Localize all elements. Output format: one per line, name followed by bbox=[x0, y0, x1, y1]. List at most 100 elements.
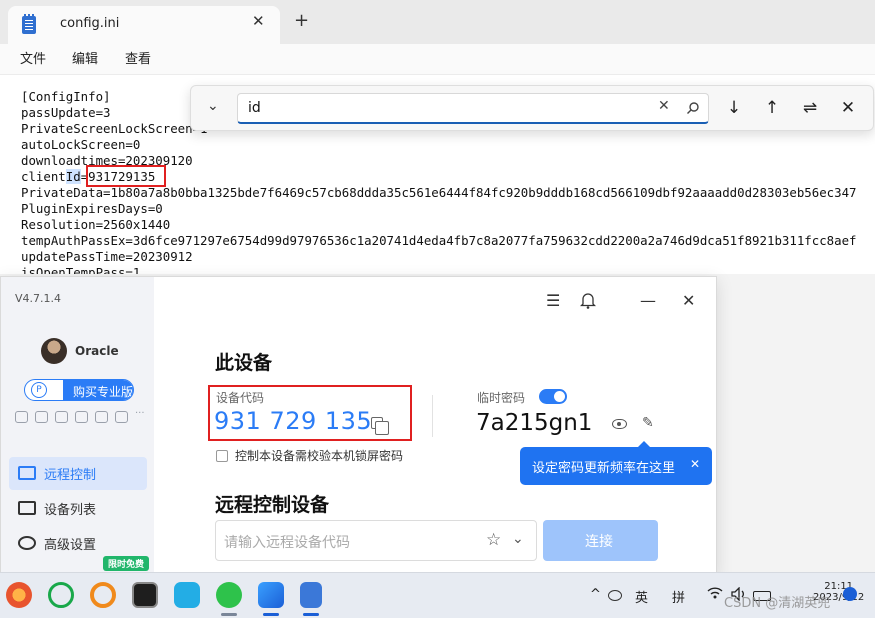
wechat-icon[interactable] bbox=[216, 582, 242, 608]
notepad-icon bbox=[22, 14, 36, 34]
minimize-icon[interactable]: — bbox=[640, 291, 656, 310]
todesk-sidebar: V4.7.1.4 Oracle P 购买专业版 ··· 远程控制 设备列表 高级… bbox=[1, 277, 154, 575]
more-icon[interactable]: ··· bbox=[135, 408, 148, 420]
menu-icon[interactable]: ☰ bbox=[546, 291, 560, 310]
notepad-tabbar: config.ini ✕ + bbox=[0, 0, 875, 44]
close-find-icon[interactable]: ✕ bbox=[835, 95, 861, 121]
window-icon[interactable] bbox=[75, 411, 88, 423]
user-name[interactable]: Oracle bbox=[75, 344, 119, 358]
text-line: autoLockScreen=0 bbox=[21, 137, 141, 152]
find-options-icon[interactable]: ⇌ bbox=[797, 95, 823, 121]
text-line: PrivateData=1b80a7a8b0bba1325bde7f6469c5… bbox=[21, 185, 857, 200]
text-line: PluginExpiresDays=0 bbox=[21, 201, 163, 216]
lock-screen-checkbox[interactable] bbox=[216, 450, 228, 462]
active-indicator bbox=[263, 613, 279, 616]
search-icon[interactable] bbox=[686, 100, 700, 119]
password-frequency-tooltip: 设定密码更新频率在这里 ✕ bbox=[520, 441, 712, 485]
find-bar: ⌄ id ✕ ↓ ↑ ⇌ ✕ bbox=[190, 85, 874, 131]
remote-device-code-input[interactable]: 请输入远程设备代码 ☆ ⌄ bbox=[215, 520, 537, 561]
this-device-title: 此设备 bbox=[215, 352, 273, 374]
star-icon[interactable]: ☆ bbox=[486, 530, 501, 550]
notepad-tab-config[interactable]: config.ini ✕ bbox=[8, 6, 280, 44]
find-input[interactable]: id ✕ bbox=[237, 93, 709, 124]
monitor-icon[interactable] bbox=[35, 411, 48, 423]
image-icon[interactable] bbox=[55, 411, 68, 423]
desktop: config.ini ✕ + 文件 编辑 查看 [ConfigInfo] pas… bbox=[0, 0, 875, 618]
search-app-icon[interactable] bbox=[48, 582, 74, 608]
terminal-icon[interactable] bbox=[132, 582, 158, 608]
active-indicator bbox=[303, 613, 319, 616]
nav-label: 高级设置 bbox=[44, 538, 97, 553]
nav-device-list[interactable]: 设备列表 bbox=[9, 492, 147, 525]
text-line: Resolution=2560x1440 bbox=[21, 217, 171, 232]
tab-title: config.ini bbox=[60, 16, 120, 31]
device-list-icon bbox=[18, 501, 36, 515]
new-tab-button[interactable]: + bbox=[294, 12, 309, 30]
temp-password-toggle[interactable] bbox=[539, 389, 567, 404]
connect-button[interactable]: 连接 bbox=[543, 520, 658, 561]
game-icon[interactable] bbox=[15, 411, 28, 423]
version-label: V4.7.1.4 bbox=[15, 292, 62, 305]
search-match-highlight: Id bbox=[65, 169, 81, 184]
find-next-icon[interactable]: ↓ bbox=[721, 95, 747, 121]
text-line: tempAuthPassEx=3d6fce971297e6754d99d9797… bbox=[21, 233, 857, 248]
bell-small-icon[interactable] bbox=[95, 411, 108, 423]
settings-icon bbox=[18, 536, 36, 550]
tooltip-close-icon[interactable]: ✕ bbox=[690, 457, 700, 471]
lock-screen-checkbox-label[interactable]: 控制本设备需校验本机锁屏密码 bbox=[235, 447, 403, 464]
notification-icon[interactable] bbox=[843, 587, 857, 601]
avatar[interactable] bbox=[41, 338, 67, 364]
eye-icon[interactable] bbox=[612, 419, 627, 429]
edit-pencil-icon[interactable]: ✎ bbox=[642, 415, 654, 431]
close-tab-icon[interactable]: ✕ bbox=[252, 12, 265, 30]
text-line: PrivateScreenLockScreen=1 bbox=[21, 121, 208, 136]
buy-pro-button[interactable]: P 购买专业版 bbox=[24, 379, 134, 401]
menu-file[interactable]: 文件 bbox=[20, 48, 46, 67]
close-window-icon[interactable]: ✕ bbox=[682, 291, 695, 310]
annotation-box-client-id bbox=[86, 165, 166, 187]
notepad-menubar: 文件 编辑 查看 bbox=[0, 44, 875, 74]
gear-small-icon[interactable] bbox=[115, 411, 128, 423]
menu-view[interactable]: 查看 bbox=[125, 48, 151, 67]
notification-bell-icon[interactable] bbox=[579, 292, 597, 313]
active-indicator bbox=[221, 613, 237, 616]
find-query: id bbox=[248, 100, 261, 116]
ime-english[interactable]: 英 bbox=[635, 587, 648, 606]
text-line: updatePassTime=20230912 bbox=[21, 249, 193, 264]
text-line: isOpenTempPass=1 bbox=[21, 265, 141, 274]
firefox-icon[interactable] bbox=[6, 582, 32, 608]
notepad-app-icon[interactable] bbox=[300, 582, 322, 608]
remote-control-icon bbox=[18, 466, 36, 480]
todesk-app-icon[interactable] bbox=[258, 582, 284, 608]
bilibili-icon[interactable] bbox=[174, 582, 200, 608]
cloud-icon[interactable] bbox=[608, 590, 622, 601]
clock-time: 21:11 bbox=[824, 581, 854, 592]
remote-control-title: 远程控制设备 bbox=[215, 494, 330, 516]
menu-edit[interactable]: 编辑 bbox=[72, 48, 98, 67]
pro-icon: P bbox=[31, 382, 47, 398]
nav-label: 远程控制 bbox=[44, 468, 97, 483]
buy-pro-label: 购买专业版 bbox=[73, 385, 134, 399]
clear-icon[interactable]: ✕ bbox=[658, 98, 670, 114]
client-id-key: client bbox=[21, 169, 66, 184]
nav-label: 设备列表 bbox=[44, 503, 97, 518]
temp-password-value: 7a215gn1 bbox=[476, 410, 593, 436]
find-previous-icon[interactable]: ↑ bbox=[759, 95, 785, 121]
chevron-down-icon[interactable]: ⌄ bbox=[207, 98, 227, 118]
divider bbox=[432, 395, 433, 437]
nav-remote-control[interactable]: 远程控制 bbox=[9, 457, 147, 490]
wifi-icon[interactable] bbox=[707, 587, 723, 603]
remote-input-placeholder: 请输入远程设备代码 bbox=[224, 535, 350, 551]
everything-search-icon[interactable] bbox=[90, 582, 116, 608]
chevron-down-icon[interactable]: ⌄ bbox=[512, 531, 524, 547]
text-line: passUpdate=3 bbox=[21, 105, 111, 120]
tray-chevron-icon[interactable]: ^ bbox=[590, 587, 601, 602]
annotation-box-device-code bbox=[208, 385, 412, 441]
ime-pinyin[interactable]: 拼 bbox=[672, 587, 685, 606]
connect-label: 连接 bbox=[585, 534, 613, 550]
todesk-window: V4.7.1.4 Oracle P 购买专业版 ··· 远程控制 设备列表 高级… bbox=[0, 276, 717, 576]
temp-password-label: 临时密码 bbox=[477, 391, 526, 405]
free-badge: 限时免费 bbox=[103, 556, 150, 571]
watermark: CSDN @清湖英兜 bbox=[724, 596, 831, 611]
todesk-main: ☰ — ✕ 此设备 设备代码 931 729 135 临时密码 7a215gn1… bbox=[154, 277, 716, 575]
